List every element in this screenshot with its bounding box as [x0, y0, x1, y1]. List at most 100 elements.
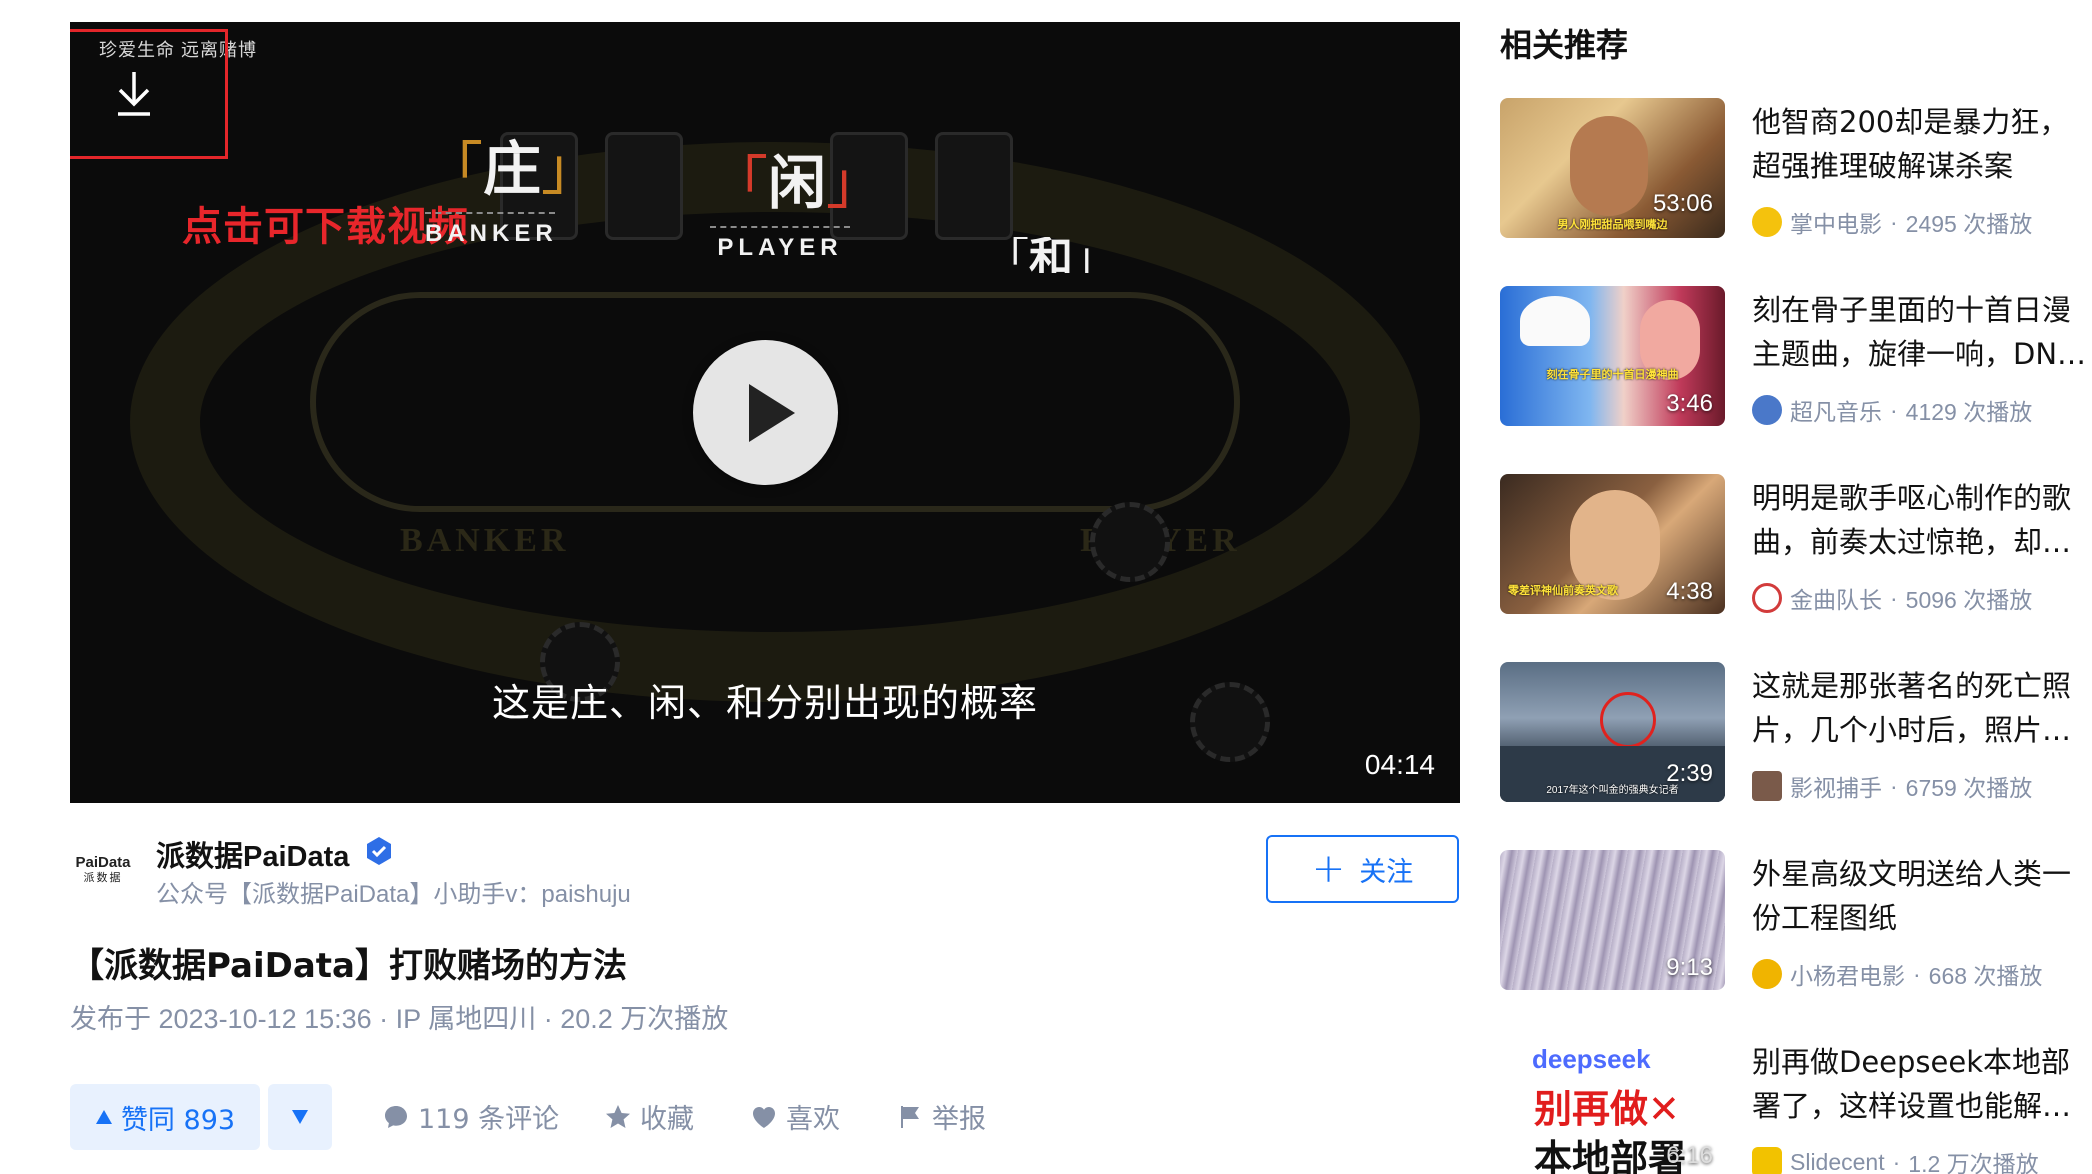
comment-button[interactable]: 119 条评论	[382, 1097, 559, 1136]
vote-up-label: 赞同 893	[120, 1104, 236, 1136]
card-decoration	[935, 132, 1013, 240]
video-title: 【派数据PaiData】打败赌场的方法	[70, 946, 627, 986]
recommendation-title[interactable]: 别再做Deepseek本地部署了，这样设置也能解决卡顿	[1752, 1040, 2092, 1130]
card-decoration	[605, 132, 683, 240]
recommendation-item[interactable]: 刻在骨子里的十首日漫神曲 3:46 刻在骨子里面的十首日漫主题曲，旋律一响，DN…	[1500, 286, 2092, 428]
thumbnail-highlight-circle	[1600, 692, 1656, 748]
role-tie-zh: 和	[1029, 237, 1073, 273]
deepseek-logo: deepseek	[1532, 1044, 1651, 1074]
recommendation-title[interactable]: 外星高级文明送给人类一份工程图纸	[1752, 852, 2092, 942]
recommendation-title[interactable]: 这就是那张著名的死亡照片，几个小时后，照片上的人	[1752, 664, 2092, 754]
role-player-zh: 闲	[768, 149, 827, 217]
vote-down-button[interactable]	[268, 1084, 332, 1150]
video-thumbnail[interactable]: 男人刚把甜品喂到嘴边 53:06	[1500, 98, 1725, 238]
role-banker-zh: 庄	[483, 135, 542, 203]
play-count: 6759 次播放	[1905, 775, 2033, 801]
channel-name: 金曲队长	[1790, 587, 1882, 613]
role-banker-en: BANKER	[425, 220, 558, 247]
comment-icon	[385, 1105, 407, 1128]
recommendation-meta: 影视捕手 · 6759 次播放	[1752, 769, 2032, 803]
meta-separator: ·	[1890, 208, 1898, 235]
meta-separator: ·	[1890, 396, 1898, 423]
author-logo-text: PaiData	[75, 854, 131, 871]
author-description: 公众号【派数据PaiData】小助手v：paishuju	[156, 881, 631, 908]
table-print: BANKER	[400, 522, 570, 559]
highlight-box	[70, 29, 228, 159]
thumbnail-duration: 6:16	[1666, 1142, 1713, 1169]
play-count: 2495 次播放	[1905, 211, 2033, 237]
vote-up-button[interactable]: 赞同 893	[70, 1084, 260, 1150]
video-thumbnail[interactable]: 9:13	[1500, 850, 1725, 990]
channel-name: 影视捕手	[1790, 775, 1882, 801]
flag-icon	[901, 1105, 919, 1128]
recommendation-item[interactable]: 9:13 外星高级文明送给人类一份工程图纸 小杨君电影 · 668 次播放	[1500, 850, 2092, 992]
thumbnail-figure	[1520, 296, 1590, 346]
recommendation-title[interactable]: 刻在骨子里面的十首日漫主题曲，旋律一响，DNA动了	[1752, 288, 2092, 378]
role-player-en: PLAYER	[717, 234, 843, 261]
comment-label: 119 条评论	[418, 1104, 560, 1135]
sidebar-title: 相关推荐	[1500, 26, 1629, 64]
thumbnail-duration: 9:13	[1666, 954, 1713, 981]
meta-separator: ·	[1890, 772, 1898, 799]
video-thumbnail[interactable]: 2017年这个叫金的强典女记者 2:39	[1500, 662, 1725, 802]
recommendation-item[interactable]: 零差评神仙前奏英文歌 4:38 明明是歌手呕心制作的歌曲，前奏太过惊艳，却被当成…	[1500, 474, 2092, 616]
author-name[interactable]: 派数据PaiData	[156, 833, 349, 875]
recommendation-meta: Slidecent · 1.2 万次播放	[1752, 1145, 2039, 1174]
play-button[interactable]	[693, 340, 838, 485]
meta-separator: ·	[1913, 960, 1921, 987]
channel-name: 小杨君电影	[1790, 963, 1905, 989]
triangle-up-icon	[95, 1110, 112, 1124]
thumbnail-duration: 3:46	[1666, 390, 1713, 417]
role-banker: 「庄」 BANKER	[425, 135, 600, 247]
recommendation-item[interactable]: 2017年这个叫金的强典女记者 2:39 这就是那张著名的死亡照片，几个小时后，…	[1500, 662, 2092, 804]
recommendation-meta: 掌中电影 · 2495 次播放	[1752, 205, 2032, 239]
thumbnail-headline: 别再做✕	[1534, 1087, 1680, 1131]
thumbnail-caption: 男人刚把甜品喂到嘴边	[1557, 219, 1668, 231]
star-icon	[606, 1104, 630, 1128]
recommendation-meta: 小杨君电影 · 668 次播放	[1752, 957, 2042, 991]
triangle-down-icon	[292, 1110, 308, 1124]
channel-avatar	[1752, 583, 1782, 613]
video-thumbnail[interactable]: deepseek 别再做✕ 本地部署 6:16	[1500, 1038, 1725, 1174]
thumbnail-caption: 刻在骨子里的十首日漫神曲	[1546, 369, 1679, 381]
like-label: 喜欢	[786, 1104, 840, 1135]
recommendation-item[interactable]: 男人刚把甜品喂到嘴边 53:06 他智商200却是暴力狂，超强推理破解谋杀案 掌…	[1500, 98, 2092, 240]
like-button[interactable]: 喜欢	[750, 1097, 840, 1136]
author-avatar[interactable]: PaiData 派数据	[70, 854, 136, 895]
recommendation-title[interactable]: 明明是歌手呕心制作的歌曲，前奏太过惊艳，却被当成BGM	[1752, 476, 2092, 566]
channel-name: 掌中电影	[1790, 211, 1882, 237]
meta-separator: ·	[1890, 584, 1898, 611]
role-tie: 「和」	[985, 237, 1110, 273]
video-subtitle: 这是庄、闲、和分别出现的概率	[491, 683, 1038, 725]
follow-label: 关注	[1359, 856, 1414, 888]
recommendation-item[interactable]: deepseek 别再做✕ 本地部署 6:16 别再做Deepseek本地部署了…	[1500, 1038, 2092, 1174]
report-button[interactable]: 举报	[896, 1097, 986, 1136]
plus-icon: +	[1311, 846, 1346, 892]
recommendation-title[interactable]: 他智商200却是暴力狂，超强推理破解谋杀案	[1752, 100, 2092, 190]
thumbnail-figure	[1570, 116, 1648, 216]
video-thumbnail[interactable]: 零差评神仙前奏英文歌 4:38	[1500, 474, 1725, 614]
play-count: 1.2 万次播放	[1908, 1151, 2039, 1174]
collect-button[interactable]: 收藏	[604, 1097, 694, 1136]
channel-avatar	[1752, 1147, 1782, 1174]
play-count: 668 次播放	[1928, 963, 2043, 989]
follow-button[interactable]: + 关注	[1266, 835, 1459, 903]
report-label: 举报	[932, 1104, 986, 1135]
thumbnail-duration: 53:06	[1652, 190, 1713, 217]
role-player: 「闲」 PLAYER	[710, 149, 885, 261]
author-logo-sub: 派数据	[83, 871, 123, 884]
video-meta: 发布于 2023-10-12 15:36 · IP 属地四川 · 20.2 万次…	[70, 1004, 729, 1034]
meta-separator: ·	[1892, 1148, 1901, 1174]
channel-avatar	[1752, 207, 1782, 237]
video-thumbnail[interactable]: 刻在骨子里的十首日漫神曲 3:46	[1500, 286, 1725, 426]
play-count: 4129 次播放	[1905, 399, 2033, 425]
play-count: 5096 次播放	[1905, 587, 2033, 613]
channel-avatar	[1752, 771, 1782, 801]
recommendation-meta: 金曲队长 · 5096 次播放	[1752, 581, 2032, 615]
thumbnail-duration: 2:39	[1666, 760, 1713, 787]
thumbnail-headline: 本地部署	[1534, 1137, 1687, 1174]
play-icon	[749, 384, 795, 442]
channel-avatar	[1752, 395, 1782, 425]
video-player[interactable]: BANKER PLAYER 珍爱生命 远离赌博 点击可下载视频 「庄」 BANK…	[70, 22, 1460, 803]
thumbnail-duration: 4:38	[1666, 578, 1713, 605]
